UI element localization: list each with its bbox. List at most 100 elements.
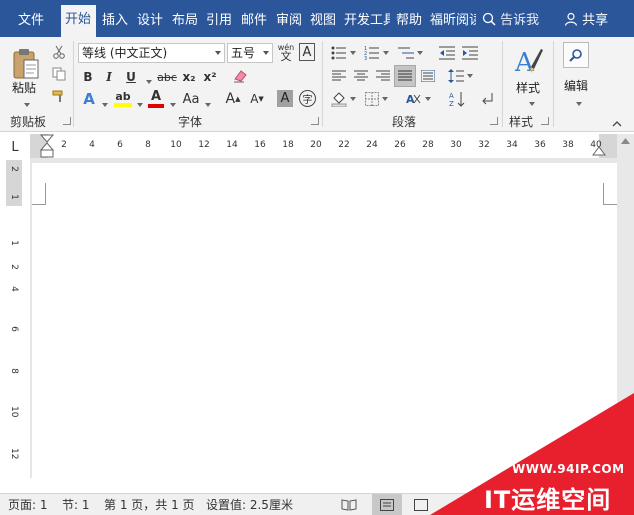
highlight-dropdown-arrow[interactable]: [134, 97, 143, 111]
change-case-button[interactable]: Aa: [180, 89, 202, 109]
sort-button[interactable]: AZ: [447, 89, 467, 109]
styles-gallery-button[interactable]: A: [510, 43, 546, 79]
multilevel-list-button[interactable]: [396, 43, 424, 63]
copy-button[interactable]: [50, 65, 68, 83]
tab-selector-button[interactable]: L: [2, 136, 28, 158]
font-size-dropdown[interactable]: 五号: [227, 43, 273, 63]
ribbon-tab-bar: 文件 开始 插入 设计 布局 引用 邮件 审阅 视图 开发工具 帮助 福昕阅读器…: [0, 0, 634, 37]
share-button[interactable]: 共享: [564, 8, 608, 34]
borders-button[interactable]: [362, 89, 390, 109]
shrink-font-letter: A: [250, 92, 259, 106]
increase-indent-button[interactable]: [460, 43, 480, 63]
svg-text:A: A: [514, 48, 535, 77]
character-border-button[interactable]: A: [299, 43, 315, 61]
editing-button[interactable]: [563, 42, 589, 68]
highlight-color-button[interactable]: ab: [113, 88, 133, 109]
enclose-characters-button[interactable]: 字: [299, 90, 316, 107]
decrease-indent-button[interactable]: [437, 43, 457, 63]
numbering-button[interactable]: 123: [362, 43, 390, 63]
status-section[interactable]: 节: 1: [62, 496, 90, 513]
ruler-number: 18: [282, 140, 294, 150]
tab-references[interactable]: 引用: [202, 8, 236, 34]
line-spacing-button[interactable]: [446, 66, 474, 86]
status-page-count[interactable]: 第 1 页，共 1 页: [104, 496, 195, 513]
tab-file[interactable]: 文件: [14, 8, 48, 34]
line-spacing-icon: [447, 69, 464, 83]
styles-dialog-launcher[interactable]: [541, 117, 549, 125]
character-shading-button[interactable]: A: [277, 90, 293, 107]
cut-button[interactable]: [50, 43, 68, 61]
read-mode-button[interactable]: [334, 494, 364, 515]
underline-dropdown-arrow[interactable]: [143, 74, 152, 88]
phonetic-guide-button[interactable]: wén 文: [276, 41, 296, 63]
font-name-dropdown[interactable]: 等线 (中文正文): [78, 43, 225, 63]
ruler-number: 22: [338, 140, 350, 150]
clear-formatting-button[interactable]: [230, 66, 250, 86]
scroll-up-arrow-icon[interactable]: [620, 136, 631, 146]
print-layout-button[interactable]: [372, 494, 402, 515]
font-color-button[interactable]: A: [147, 88, 165, 109]
tab-view[interactable]: 视图: [306, 8, 340, 34]
styles-dropdown-arrow[interactable]: [526, 96, 535, 110]
ruler-number: 20: [310, 140, 322, 150]
tab-insert[interactable]: 插入: [98, 8, 132, 34]
align-right-button[interactable]: [373, 66, 393, 86]
subscript-button[interactable]: x₂: [181, 68, 197, 86]
superscript-button[interactable]: x²: [202, 68, 218, 86]
search-icon: [569, 49, 582, 62]
eraser-icon: [234, 70, 247, 83]
show-formatting-marks-button[interactable]: [478, 89, 498, 109]
vertical-ruler-number: 1: [9, 240, 19, 246]
paste-label: 粘贴: [12, 81, 37, 95]
align-left-button[interactable]: [329, 66, 349, 86]
highlight-letters: ab: [115, 90, 131, 103]
ruler-number: 28: [422, 140, 434, 150]
tab-developer[interactable]: 开发工具: [340, 8, 390, 34]
text-effects-button[interactable]: A: [80, 89, 98, 109]
font-color-dropdown-arrow[interactable]: [167, 97, 176, 111]
tab-review[interactable]: 审阅: [272, 8, 306, 34]
change-case-dropdown-arrow[interactable]: [202, 97, 211, 111]
tell-me-search[interactable]: 告诉我: [482, 8, 539, 34]
text-effects-dropdown-arrow[interactable]: [99, 97, 108, 111]
strikethrough-button[interactable]: abc: [156, 68, 178, 86]
tab-home[interactable]: 开始: [61, 5, 96, 37]
italic-button[interactable]: I: [101, 68, 117, 86]
web-layout-icon: [414, 498, 428, 511]
lightbulb-icon: [482, 12, 496, 26]
vertical-ruler[interactable]: 2 1 1 2 4 6 8 10 12: [6, 160, 22, 478]
tab-foxit[interactable]: 福昕阅读器: [426, 8, 476, 34]
ruler-number: 6: [117, 140, 123, 150]
align-center-button[interactable]: [351, 66, 371, 86]
shading-button[interactable]: [329, 89, 357, 109]
status-page[interactable]: 页面: 1: [8, 496, 48, 513]
status-setting[interactable]: 设置值: 2.5厘米: [206, 496, 293, 513]
distributed-button[interactable]: [418, 66, 438, 86]
collapse-ribbon-button[interactable]: [612, 117, 622, 131]
indent-marker-icon[interactable]: [40, 134, 56, 158]
bullets-button[interactable]: [329, 43, 357, 63]
grow-font-button[interactable]: A ▲: [224, 89, 242, 109]
multilevel-list-icon: [397, 47, 414, 59]
font-dialog-launcher[interactable]: [311, 117, 319, 125]
vertical-ruler-number: 1: [9, 194, 19, 200]
paste-dropdown-arrow[interactable]: [21, 97, 30, 111]
vertical-ruler-number: 8: [9, 368, 19, 374]
paintbrush-icon: [52, 90, 63, 102]
paragraph-dialog-launcher[interactable]: [490, 117, 498, 125]
justify-button[interactable]: [394, 65, 416, 87]
tab-mailings[interactable]: 邮件: [237, 8, 271, 34]
tab-help[interactable]: 帮助: [392, 8, 426, 34]
editing-dropdown-arrow[interactable]: [573, 96, 582, 110]
tab-design[interactable]: 设计: [133, 8, 167, 34]
underline-button[interactable]: U: [123, 68, 139, 86]
borders-icon: [364, 92, 379, 106]
chinese-layout-button[interactable]: A: [404, 89, 432, 109]
bold-button[interactable]: B: [80, 68, 96, 86]
tab-layout[interactable]: 布局: [168, 8, 202, 34]
right-indent-marker-icon[interactable]: [592, 144, 606, 156]
horizontal-ruler[interactable]: 2 4 6 8 10 12 14 16 18 20 22 24 26 28 30 32 34 36 38 40: [30, 134, 617, 158]
shrink-font-button[interactable]: A ▼: [248, 89, 266, 109]
clipboard-dialog-launcher[interactable]: [63, 117, 71, 125]
format-painter-button[interactable]: [50, 87, 68, 105]
